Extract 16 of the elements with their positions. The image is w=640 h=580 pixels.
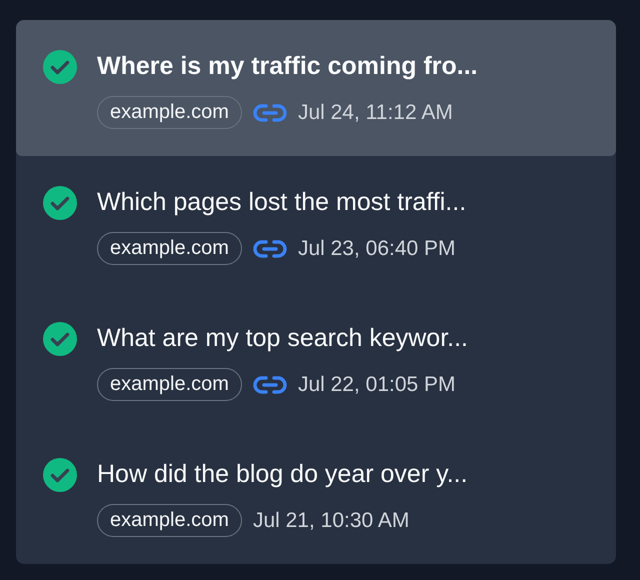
timestamp: Jul 21, 10:30 AM — [252, 508, 410, 532]
conversation-title: Which pages lost the most traffi... — [97, 187, 466, 218]
conversation-title: How did the blog do year over y... — [97, 459, 468, 490]
site-tag: example.com — [97, 96, 242, 129]
timestamp: Jul 23, 06:40 PM — [298, 236, 456, 260]
conversation-item[interactable]: How did the blog do year over y... example.com Jul 21, 10:30 AM — [16, 428, 616, 564]
timestamp: Jul 22, 01:05 PM — [298, 372, 456, 396]
conversation-item[interactable]: Where is my traffic coming fro... example.com Jul 24, 11:12 AM — [16, 20, 616, 156]
site-tag: example.com — [97, 368, 242, 401]
conversation-title: Where is my traffic coming fro... — [97, 51, 478, 82]
site-tag: example.com — [97, 232, 242, 265]
conversation-item[interactable]: Which pages lost the most traffi... example.com Jul 23, 06:40 PM — [16, 156, 616, 292]
timestamp: Jul 24, 11:12 AM — [298, 100, 453, 124]
conversation-title: What are my top search keywor... — [97, 323, 468, 354]
site-tag: example.com — [97, 504, 242, 537]
conversation-item[interactable]: What are my top search keywor... example.com Jul 22, 01:05 PM — [16, 292, 616, 428]
